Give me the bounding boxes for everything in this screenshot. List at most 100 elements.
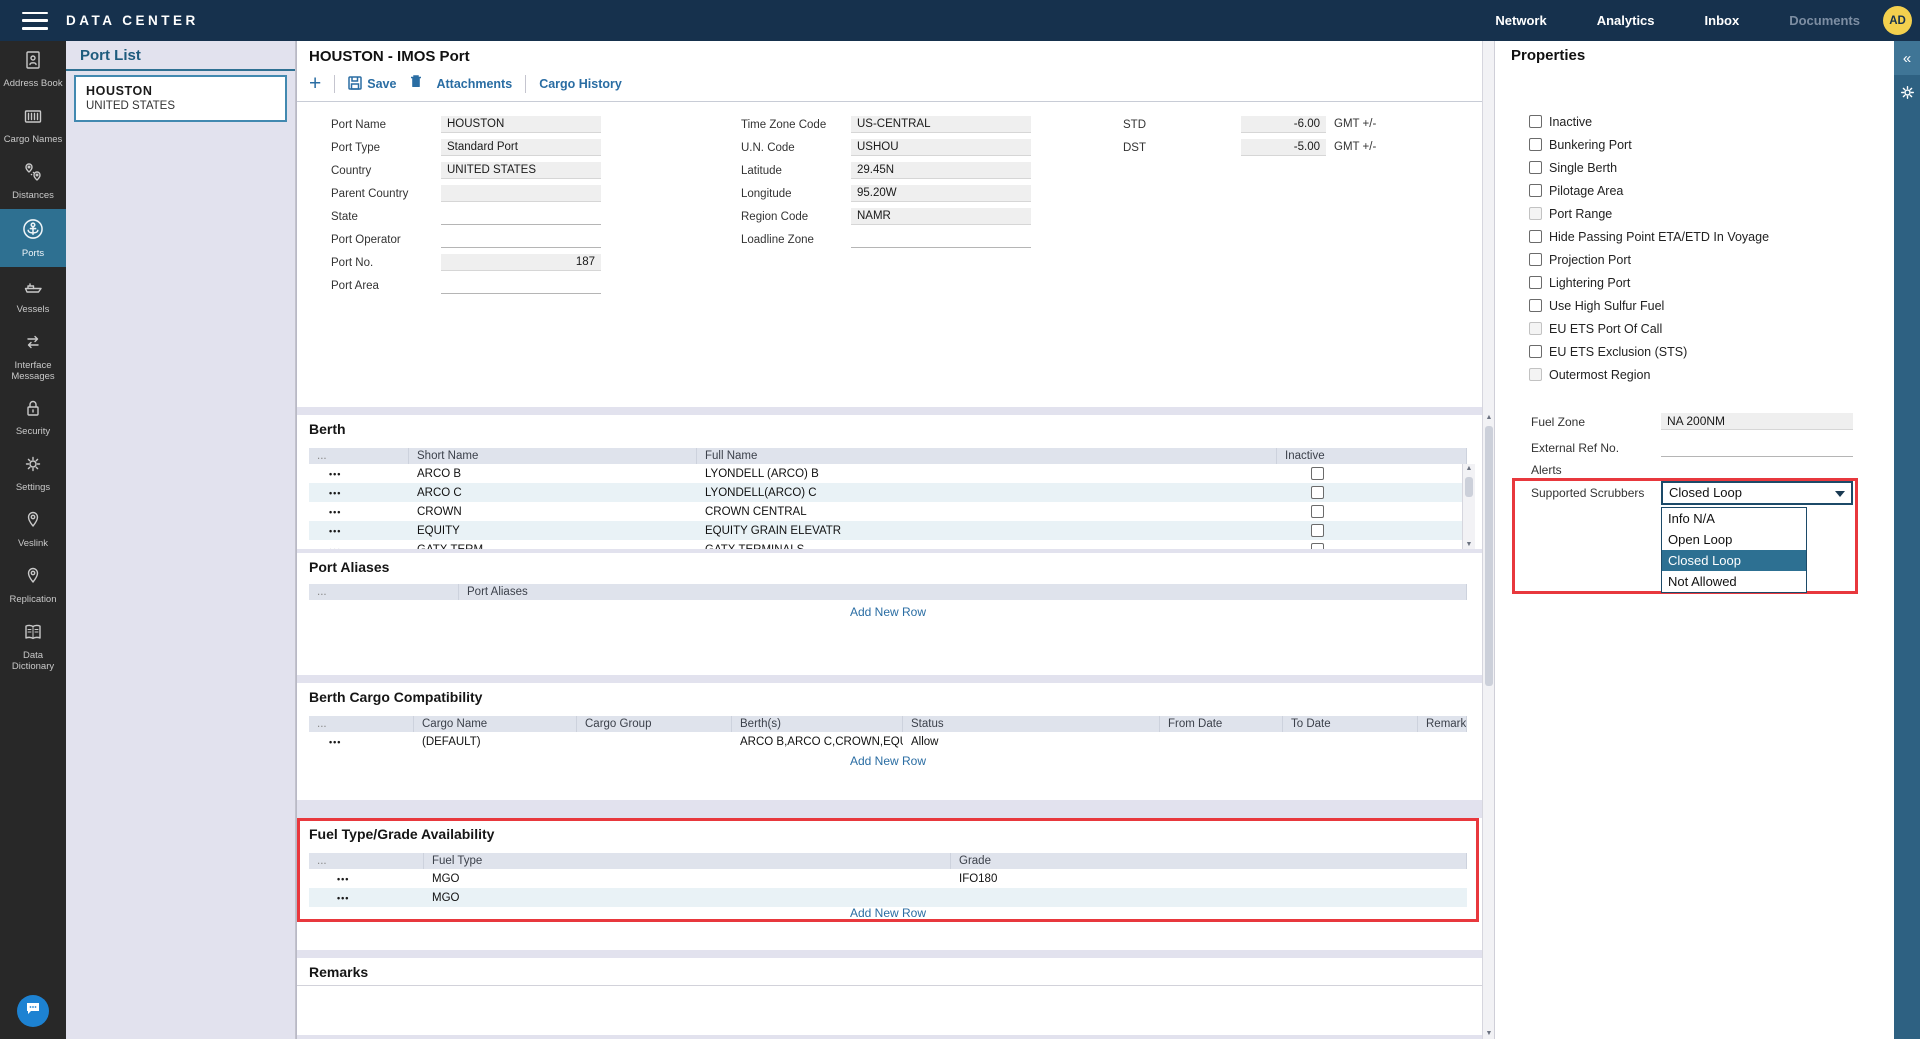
lightering-port-checkbox[interactable] — [1529, 276, 1542, 289]
sidebar-item-cargo-names[interactable]: Cargo Names — [0, 97, 66, 153]
row-menu-icon[interactable]: ••• — [329, 526, 341, 536]
add-new-row-link[interactable]: Add New Row — [309, 754, 1467, 768]
port-no-field[interactable]: 187 — [441, 254, 601, 271]
loadline-zone-field[interactable] — [851, 231, 1031, 248]
fuel-zone-field[interactable]: NA 200NM — [1661, 413, 1853, 430]
inactive-checkbox[interactable] — [1311, 524, 1324, 537]
berth-row[interactable]: ••• EQUITY EQUITY GRAIN ELEVATR — [309, 521, 1467, 540]
field-label: Country — [331, 162, 371, 180]
port-name-field[interactable]: HOUSTON — [441, 116, 601, 133]
cargo-history-button[interactable]: Cargo History — [539, 77, 622, 91]
berth-row[interactable]: ••• CROWN CROWN CENTRAL — [309, 502, 1467, 521]
state-field[interactable] — [441, 208, 601, 225]
row-menu-icon[interactable]: ••• — [329, 737, 341, 747]
sidebar-item-address-book[interactable]: Address Book — [0, 41, 66, 97]
new-record-button[interactable]: + — [309, 74, 321, 94]
sidebar-item-interface-messages[interactable]: Interface Messages — [0, 323, 66, 390]
sidebar-item-replication[interactable]: Replication — [0, 557, 66, 613]
nav-item-network[interactable]: Network — [1495, 13, 1546, 28]
port-list-item-houston[interactable]: HOUSTON UNITED STATES — [74, 75, 287, 122]
row-menu-icon[interactable]: ••• — [329, 488, 341, 498]
dropdown-option-open-loop[interactable]: Open Loop — [1662, 529, 1806, 550]
dropdown-option-not-allowed[interactable]: Not Allowed — [1662, 571, 1806, 592]
checkbox-row-eu-ets-exclusion: EU ETS Exclusion (STS) — [1529, 340, 1687, 363]
berth-row[interactable]: ••• GATX TERM GATX TERMINALS — [309, 540, 1467, 549]
longitude-field[interactable]: 95.20W — [851, 185, 1031, 202]
row-menu-icon[interactable]: ••• — [337, 874, 349, 884]
inactive-checkbox[interactable] — [1311, 505, 1324, 518]
use-high-sulfur-fuel-checkbox[interactable] — [1529, 299, 1542, 312]
scroll-up-icon[interactable]: ▲ — [1463, 465, 1475, 472]
port-type-field[interactable]: Standard Port — [441, 139, 601, 156]
inactive-checkbox[interactable] — [1311, 467, 1324, 480]
fuel-row[interactable]: ••• MGO — [309, 888, 1467, 907]
time-zone-code-field[interactable]: US-CENTRAL — [851, 116, 1031, 133]
nav-item-inbox[interactable]: Inbox — [1705, 13, 1740, 28]
rail-settings-button[interactable] — [1894, 75, 1920, 115]
app-title: DATA CENTER — [66, 13, 199, 28]
un-code-field[interactable]: USHOU — [851, 139, 1031, 156]
port-list-title: Port List — [66, 41, 295, 71]
berth-table-header: ... Short Name Full Name Inactive — [309, 448, 1467, 464]
dst-offset-field[interactable]: -5.00 — [1241, 139, 1326, 156]
berth-row[interactable]: ••• ARCO C LYONDELL(ARCO) C — [309, 483, 1467, 502]
chevrons-left-icon: « — [1903, 50, 1911, 67]
attachments-button[interactable]: Attachments — [436, 77, 512, 91]
region-code-field[interactable]: NAMR — [851, 208, 1031, 225]
sidebar-item-settings[interactable]: Settings — [0, 445, 66, 501]
row-menu-icon[interactable]: ••• — [329, 469, 341, 479]
hide-passing-point-checkbox[interactable] — [1529, 230, 1542, 243]
berth-table-scrollbar[interactable]: ▲ ▼ — [1462, 464, 1475, 549]
delete-trash-button[interactable] — [409, 74, 423, 94]
fuel-row[interactable]: ••• MGO IFO180 — [309, 869, 1467, 888]
chat-button[interactable] — [17, 995, 49, 1027]
eu-ets-exclusion-checkbox[interactable] — [1529, 345, 1542, 358]
user-avatar[interactable]: AD — [1883, 6, 1912, 35]
row-menu-icon[interactable]: ••• — [329, 545, 341, 550]
pilotage-area-checkbox[interactable] — [1529, 184, 1542, 197]
save-button[interactable]: Save — [348, 76, 396, 93]
sidebar-item-security[interactable]: Security — [0, 389, 66, 445]
add-new-row-link[interactable]: Add New Row — [309, 605, 1467, 619]
parent-country-field[interactable] — [441, 185, 601, 202]
checkbox-row-lightering-port: Lightering Port — [1529, 271, 1630, 294]
inactive-checkbox[interactable] — [1529, 115, 1542, 128]
main-content: HOUSTON - IMOS Port + Save Attachments C… — [296, 41, 1482, 1039]
nav-item-analytics[interactable]: Analytics — [1597, 13, 1655, 28]
latitude-field[interactable]: 29.45N — [851, 162, 1031, 179]
top-navbar: DATA CENTER Network Analytics Inbox Docu… — [0, 0, 1920, 41]
sidebar-item-veslink[interactable]: Veslink — [0, 501, 66, 557]
remarks-textarea[interactable] — [297, 986, 1483, 1035]
bunkering-port-checkbox[interactable] — [1529, 138, 1542, 151]
sidebar-item-vessels[interactable]: Vessels — [0, 267, 66, 323]
projection-port-checkbox[interactable] — [1529, 253, 1542, 266]
checkbox-row-inactive: Inactive — [1529, 110, 1592, 133]
country-field[interactable]: UNITED STATES — [441, 162, 601, 179]
external-ref-field[interactable] — [1661, 440, 1853, 457]
field-label: Loadline Zone — [741, 231, 814, 249]
berth-row[interactable]: ••• ARCO B LYONDELL (ARCO) B — [309, 464, 1467, 483]
main-scrollbar[interactable]: ▲ ▼ — [1482, 41, 1494, 1039]
port-operator-field[interactable] — [441, 231, 601, 248]
port-country: UNITED STATES — [86, 100, 275, 112]
row-menu-icon[interactable]: ••• — [329, 507, 341, 517]
collapse-panel-button[interactable]: « — [1894, 41, 1920, 75]
berth-cargo-row[interactable]: ••• (DEFAULT) ARCO B,ARCO C,CROWN,EQUIT … — [309, 732, 1467, 751]
dropdown-option-info-na[interactable]: Info N/A — [1662, 508, 1806, 529]
single-berth-checkbox[interactable] — [1529, 161, 1542, 174]
row-menu-icon[interactable]: ••• — [337, 893, 349, 903]
std-offset-field[interactable]: -6.00 — [1241, 116, 1326, 133]
port-area-field[interactable] — [441, 277, 601, 294]
scroll-down-icon[interactable]: ▼ — [1463, 541, 1475, 548]
sidebar-item-data-dictionary[interactable]: Data Dictionary — [0, 613, 66, 680]
dropdown-option-closed-loop[interactable]: Closed Loop — [1662, 550, 1806, 571]
supported-scrubbers-select[interactable]: Closed Loop — [1661, 481, 1853, 505]
hamburger-menu-icon[interactable] — [22, 12, 48, 30]
checkbox-row-single-berth: Single Berth — [1529, 156, 1617, 179]
sidebar-item-ports[interactable]: Ports — [0, 209, 66, 267]
add-new-row-link[interactable]: Add New Row — [309, 906, 1467, 920]
sidebar-item-distances[interactable]: Distances — [0, 153, 66, 209]
inactive-checkbox[interactable] — [1311, 543, 1324, 549]
inactive-checkbox[interactable] — [1311, 486, 1324, 499]
checkbox-row-port-range: Port Range — [1529, 202, 1612, 225]
